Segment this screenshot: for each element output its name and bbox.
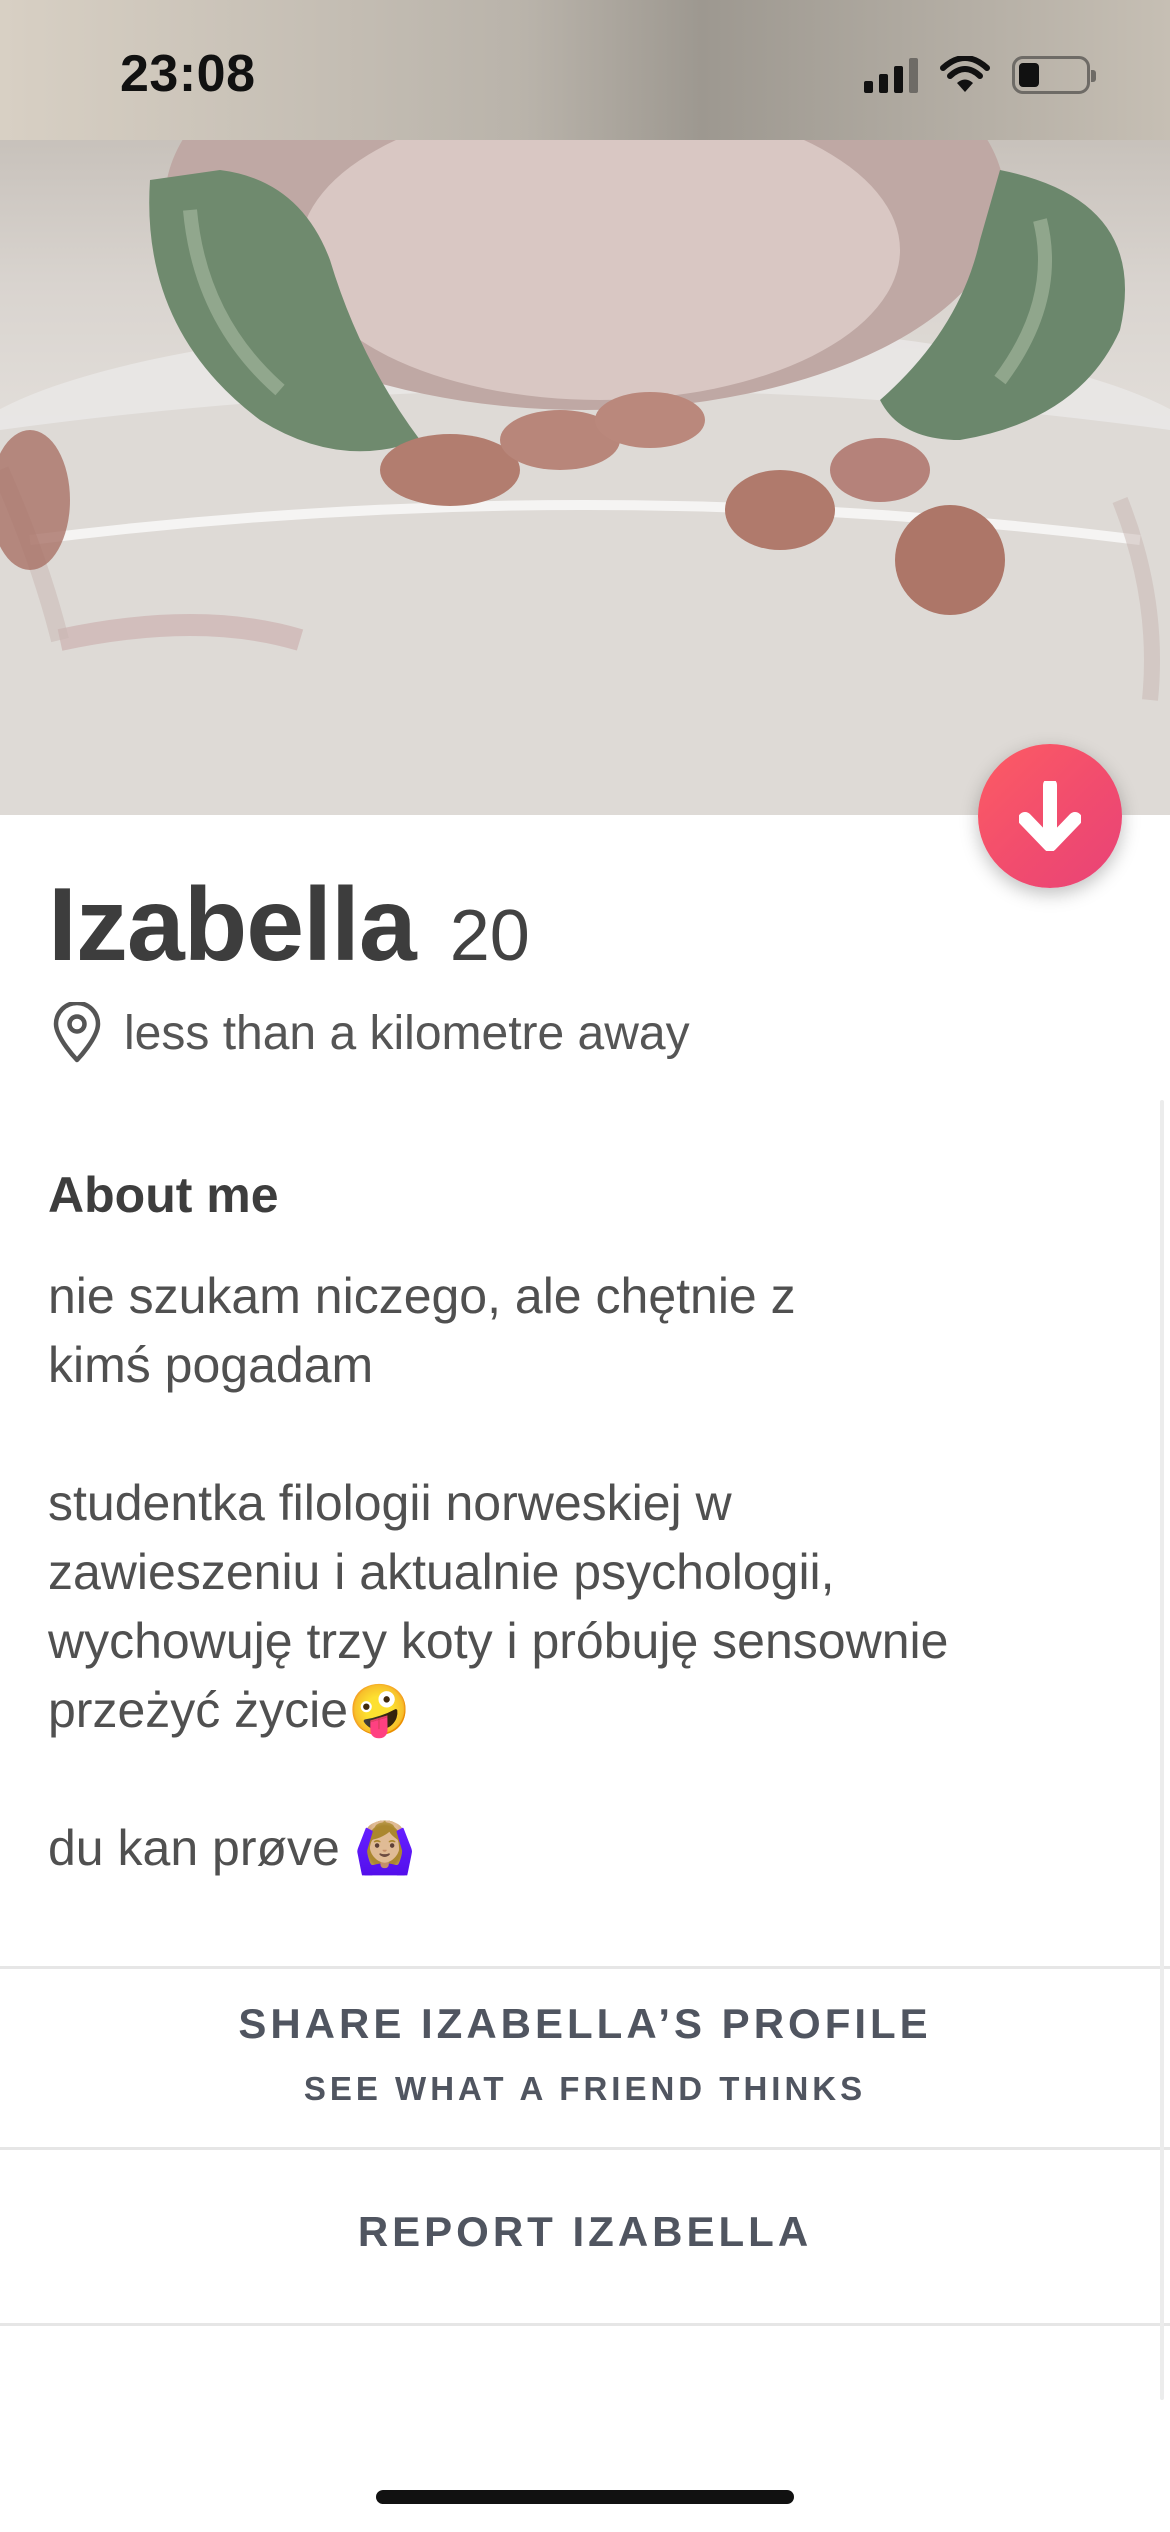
scrollbar[interactable] [1160, 1100, 1164, 2400]
share-profile-sublabel: SEE WHAT A FRIEND THINKS [303, 2070, 867, 2107]
profile-age: 20 [449, 896, 530, 976]
battery-icon [1012, 56, 1096, 94]
distance-row: less than a kilometre away [48, 1002, 690, 1064]
status-time: 23:08 [120, 45, 256, 103]
share-profile-label: SHARE IZABELLA’S PROFILE [238, 2000, 932, 2047]
report-profile-button[interactable]: REPORT IZABELLA [0, 2150, 1170, 2324]
name-row: Izabella 20 [48, 866, 530, 985]
bio-text: nie szukam niczego, ale chętnie z kimś p… [48, 1268, 949, 1876]
distance-text: less than a kilometre away [124, 1006, 690, 1060]
status-icons [864, 54, 1096, 96]
about-heading: About me [48, 1167, 279, 1223]
profile-name: Izabella [48, 867, 417, 983]
collapse-profile-button[interactable] [978, 744, 1122, 888]
location-pin-icon [53, 1002, 101, 1063]
report-label: REPORT IZABELLA [357, 2208, 813, 2255]
arrow-down-icon [1019, 781, 1081, 851]
share-profile-button[interactable]: SHARE IZABELLA’S PROFILE SEE WHAT A FRIE… [0, 1968, 1170, 2148]
wifi-icon [940, 56, 990, 92]
home-indicator[interactable] [376, 2490, 794, 2504]
status-bar: 23:08 [0, 0, 1170, 140]
cellular-signal-icon [864, 57, 918, 93]
